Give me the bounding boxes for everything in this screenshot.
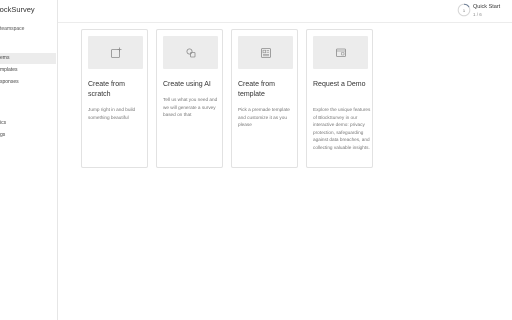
card-description: Pick a premade template and customize it… <box>238 107 290 128</box>
sidebar-item-templates[interactable]: mplates <box>0 65 56 76</box>
sidebar-item-settings[interactable]: gs <box>0 130 56 141</box>
sidebar-item-analytics[interactable]: ics <box>0 118 56 129</box>
brand-logo-text: lockSurvey <box>0 5 35 14</box>
card-description: Explore the unique features of BlockSurv… <box>313 107 371 150</box>
card-title: Create from template <box>238 81 275 98</box>
ai-shapes-icon <box>186 48 195 57</box>
create-from-scratch-card[interactable]: Create from scratch Jump right in and bu… <box>81 29 148 168</box>
svg-text:1: 1 <box>463 8 466 13</box>
sidebar-item-responses[interactable]: sponses <box>0 77 56 88</box>
card-description: Jump right in and build something beauti… <box>88 107 136 120</box>
add-form-icon <box>110 47 121 58</box>
card-description: Tell us what you need and we will genera… <box>163 97 218 118</box>
create-from-template-card[interactable]: Create from template Pick a premade temp… <box>231 29 298 168</box>
quick-start-button[interactable]: 1 Quick Start 1 / 6 <box>457 3 505 19</box>
template-icon <box>260 47 271 58</box>
progress-ring-icon: 1 <box>457 3 471 17</box>
card-thumbnail <box>88 36 143 69</box>
card-title: Create using AI <box>163 81 211 88</box>
quick-start-title: Quick Start <box>473 4 501 10</box>
card-title: Request a Demo <box>313 81 366 88</box>
sidebar-item-forms[interactable]: ems <box>0 53 56 64</box>
sidebar: lockSurvey teamspace ems mplates sponses… <box>0 0 58 320</box>
card-thumbnail <box>313 36 368 69</box>
demo-screen-icon <box>335 48 346 57</box>
card-title: Create from scratch <box>88 81 125 98</box>
create-using-ai-card[interactable]: Create using AI Tell us what you need an… <box>156 29 223 168</box>
quick-start-progress: 1 / 6 <box>473 12 482 17</box>
top-bar: 1 Quick Start 1 / 6 <box>58 0 512 23</box>
card-thumbnail <box>238 36 293 69</box>
card-thumbnail <box>163 36 218 69</box>
request-demo-card[interactable]: Request a Demo Explore the unique featur… <box>306 29 373 168</box>
workspace-switcher[interactable]: teamspace <box>0 26 24 32</box>
